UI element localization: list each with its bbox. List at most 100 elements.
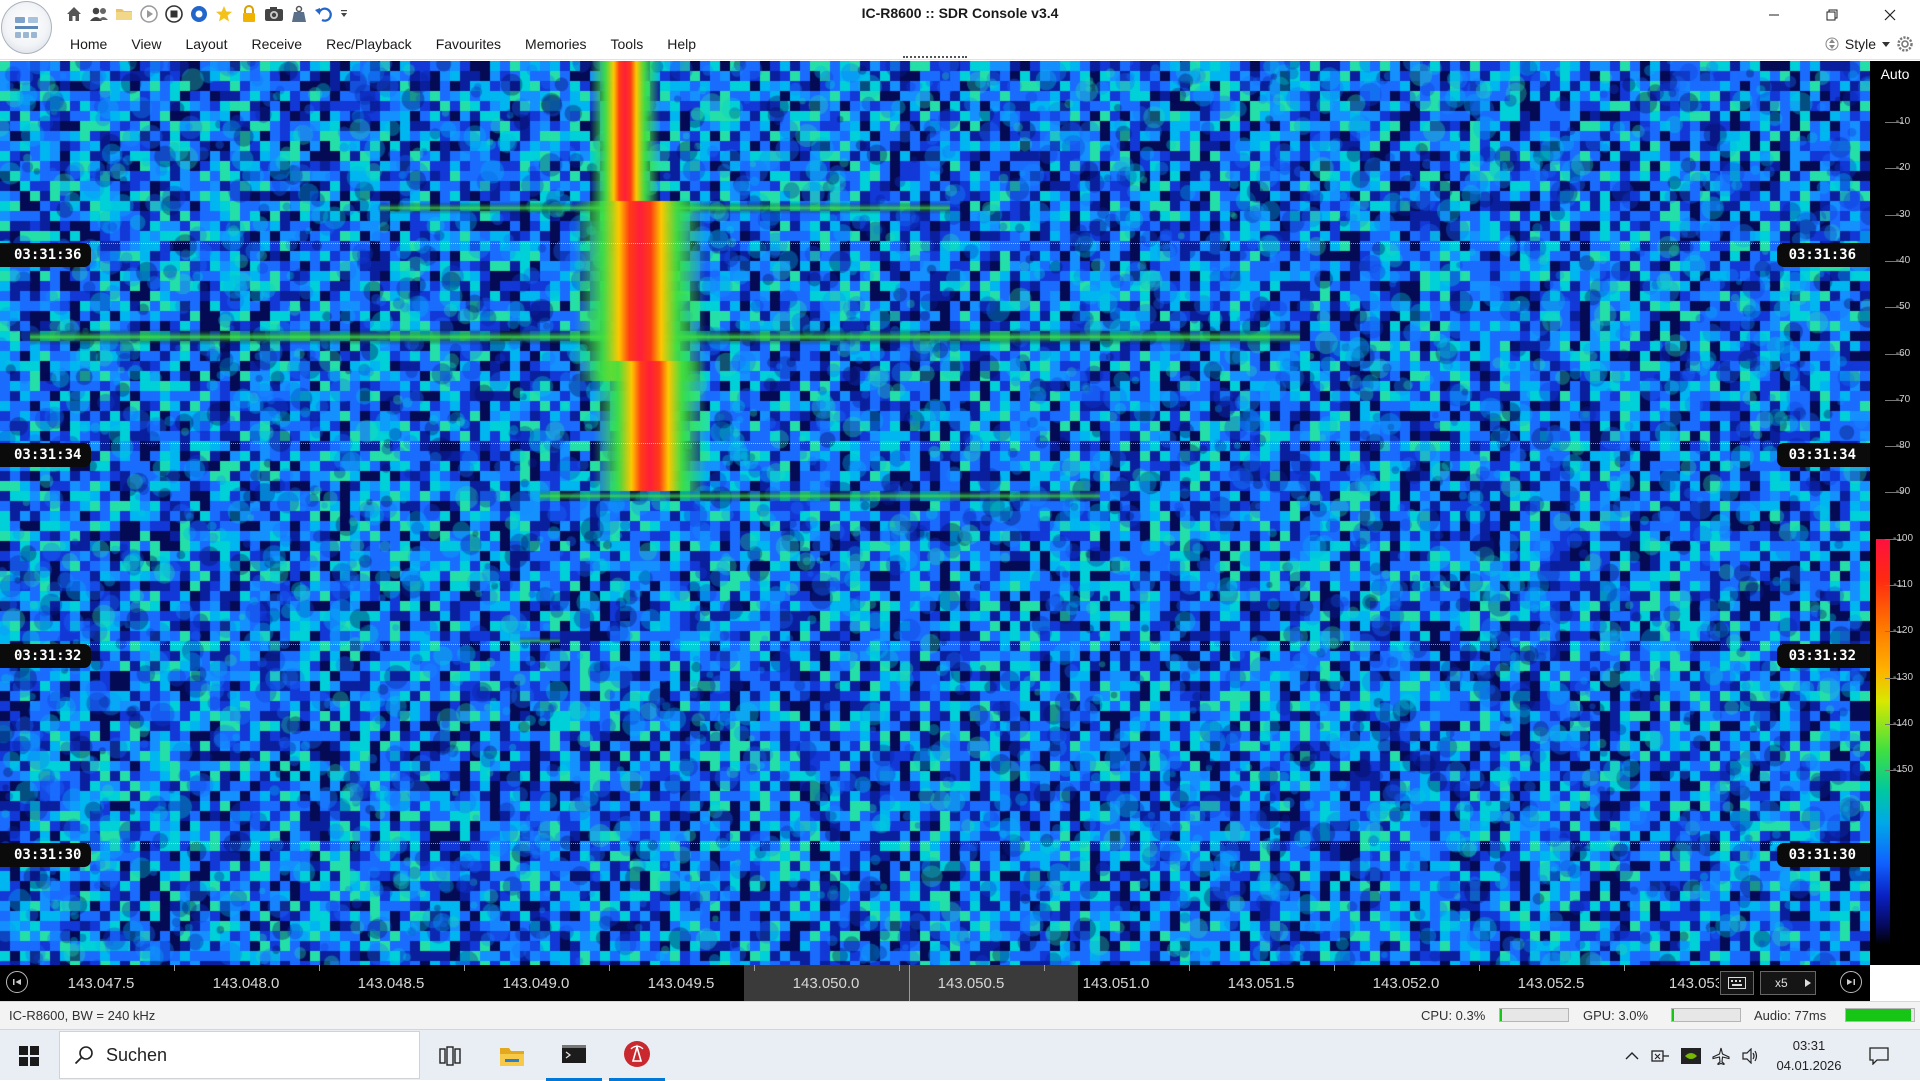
frequency-label: 143.053 [1668, 975, 1719, 992]
sdr-console-button[interactable] [609, 1030, 665, 1081]
chevron-down-icon [1882, 42, 1890, 47]
tab-help[interactable]: Help [655, 29, 708, 59]
scale-label: -140 [1892, 717, 1913, 729]
tab-layout[interactable]: Layout [173, 29, 239, 59]
scale-label: -50 [1895, 301, 1911, 313]
frequency-label: 143.052.0 [1372, 975, 1440, 992]
frequency-tick [463, 965, 465, 971]
chevron-up-icon[interactable] [1621, 1045, 1643, 1067]
network-adapter-icon[interactable] [1650, 1045, 1672, 1067]
scale-label: -30 [1895, 208, 1911, 220]
nvidia-icon[interactable] [1680, 1045, 1702, 1067]
sdr-console-icon [624, 1041, 650, 1067]
close-button[interactable] [1861, 0, 1919, 29]
volume-icon[interactable] [1740, 1045, 1762, 1067]
airplane-mode-icon[interactable] [1710, 1045, 1732, 1067]
step-right-icon [1847, 979, 1855, 985]
frequency-label: 143.048.5 [357, 975, 425, 992]
gpu-usage: GPU: 3.0% [1583, 1008, 1649, 1023]
taskbar-clock[interactable]: 03:31 04.01.2026 [1764, 1036, 1854, 1076]
restore-button[interactable] [1803, 0, 1861, 29]
step-left-icon [13, 979, 21, 985]
task-view-button[interactable] [422, 1030, 478, 1081]
time-label-left: 03:31:34 [0, 443, 92, 467]
frequency-scale[interactable]: 143.047.5 143.048.0 143.048.5 143.049.0 143.… [34, 965, 1719, 1001]
frequency-label: 143.047.5 [67, 975, 135, 992]
scale-label: -80 [1895, 440, 1911, 452]
notification-icon[interactable] [1868, 1045, 1890, 1067]
app-menu-button[interactable] [1, 1, 52, 54]
frequency-label: 143.049.5 [647, 975, 715, 992]
tab-rec-playback[interactable]: Rec/Playback [314, 29, 424, 59]
frequency-label: 143.049.0 [502, 975, 570, 992]
time-label-left: 03:31:32 [0, 644, 92, 668]
frequency-label: 143.051.0 [1082, 975, 1150, 992]
frequency-ruler[interactable]: 143.047.5 143.048.0 143.048.5 143.049.0 143.… [0, 965, 1870, 1001]
tuned-frequency-marker[interactable] [909, 965, 910, 1001]
audio-latency: Audio: 77ms [1754, 1008, 1827, 1023]
search-icon [74, 1046, 93, 1065]
time-label-right: 03:31:32 [1776, 644, 1870, 668]
device-status: IC-R8600, BW = 240 kHz [9, 1008, 156, 1023]
taskbar-search[interactable]: Suchen [59, 1031, 420, 1079]
keyboard-button[interactable] [1720, 971, 1754, 995]
scale-label: -10 [1895, 116, 1911, 127]
play-arrow-icon [1805, 979, 1811, 987]
minimize-icon [1769, 14, 1779, 15]
scale-label: -150 [1892, 764, 1913, 776]
terminal-icon [562, 1045, 586, 1063]
terminal-button[interactable] [546, 1030, 602, 1081]
zoom-value: x5 [1775, 976, 1788, 990]
time-label-left: 03:31:36 [0, 243, 92, 267]
color-scale-bar[interactable] [1876, 539, 1890, 945]
time-gridline [0, 243, 1870, 244]
frequency-tick [1478, 965, 1480, 971]
gear-icon[interactable] [1896, 35, 1914, 53]
title-bar: IC-R8600 :: SDR Console v3.4 [0, 0, 1920, 54]
tab-tools[interactable]: Tools [599, 29, 656, 59]
ribbon-tab-bar: Home View Layout Receive Rec/Playback Fa… [0, 29, 1920, 60]
time-label-right: 03:31:36 [1776, 243, 1870, 267]
file-explorer-button[interactable] [484, 1030, 540, 1081]
frequency-label: 143.048.0 [212, 975, 280, 992]
cpu-usage: CPU: 0.3% [1421, 1008, 1486, 1023]
app-logo-icon [15, 17, 38, 38]
tab-receive[interactable]: Receive [240, 29, 315, 59]
scale-label: -110 [1893, 579, 1913, 590]
level-scale[interactable]: Auto -10 -20 -30 -40 -50 -60 -70 -80 -90 -100 -110… [1870, 61, 1920, 965]
scroll-left-button[interactable] [6, 971, 28, 993]
frequency-label: 143.052.5 [1517, 975, 1585, 992]
tab-home[interactable]: Home [58, 29, 119, 59]
zoom-selector[interactable]: x5 [1760, 971, 1816, 995]
scale-label: -40 [1895, 254, 1911, 266]
tab-memories[interactable]: Memories [513, 29, 598, 59]
start-button[interactable] [0, 1030, 58, 1081]
time-label-right: 03:31:34 [1776, 443, 1870, 467]
waterfall-display[interactable]: 03:31:36 03:31:36 03:31:34 03:31:34 03:3… [0, 61, 1870, 965]
status-bar: IC-R8600, BW = 240 kHz CPU: 0.3% GPU: 3.… [0, 1001, 1920, 1029]
scale-label: -130 [1892, 671, 1913, 683]
restore-icon [1826, 9, 1838, 20]
waterfall-canvas[interactable] [0, 61, 1870, 965]
frequency-tick [1188, 965, 1190, 971]
tab-view[interactable]: View [119, 29, 173, 59]
scroll-arrows-icon[interactable] [1825, 35, 1839, 53]
frequency-tick [173, 965, 175, 971]
frequency-tick [608, 965, 610, 971]
style-label: Style [1844, 36, 1876, 52]
time-label-right: 03:31:30 [1776, 843, 1870, 867]
auto-scale-button[interactable]: Auto [1870, 66, 1920, 82]
frequency-tick [1623, 965, 1625, 971]
tab-favourites[interactable]: Favourites [424, 29, 513, 59]
time-gridline [0, 843, 1870, 844]
scroll-right-button[interactable] [1840, 971, 1862, 993]
frequency-label: 143.051.5 [1227, 975, 1295, 992]
style-selector[interactable]: Style [1825, 29, 1920, 59]
task-view-icon [439, 1045, 461, 1066]
keyboard-icon [1728, 977, 1746, 989]
windows-taskbar: Suchen 03:31 04.01.2026 [0, 1029, 1920, 1081]
frequency-tick [1043, 965, 1045, 971]
minimize-button[interactable] [1745, 0, 1803, 29]
audio-meter [1845, 1008, 1915, 1022]
time-gridline [0, 443, 1870, 444]
